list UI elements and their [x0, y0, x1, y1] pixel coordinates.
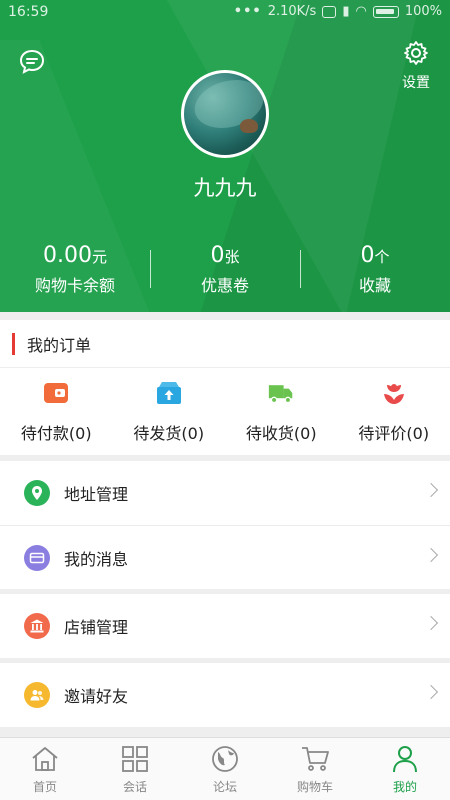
tab-label: 首页: [32, 780, 57, 794]
account-stats: 0.00元 购物卡余额 0张 优惠卷 0个 收藏: [0, 242, 450, 300]
box-upload-icon: [156, 382, 181, 404]
stat-value: 0: [210, 243, 225, 268]
stat-unit: 张: [224, 248, 240, 266]
stat-label: 优惠卷: [200, 276, 249, 295]
tab-home[interactable]: 首页: [0, 738, 90, 800]
more-dots-icon: •••: [233, 4, 262, 19]
tab-label: 我的: [392, 780, 417, 794]
order-pending-receipt[interactable]: 待收货(0): [225, 368, 338, 455]
stat-favorites[interactable]: 0个 收藏: [300, 242, 450, 300]
stat-unit: 元: [91, 248, 107, 266]
tab-label: 论坛: [212, 780, 237, 794]
signal-icon: ▮: [342, 4, 350, 19]
status-time: 16:59: [8, 4, 49, 20]
home-icon: [32, 747, 58, 771]
location-pin-icon: [24, 480, 50, 506]
order-label: 待评价(0): [358, 424, 430, 443]
stat-coupons[interactable]: 0张 优惠卷: [150, 242, 300, 300]
card-icon: [24, 544, 50, 571]
menu-label: 地址管理: [64, 485, 129, 504]
wifi-icon: ◠: [355, 4, 367, 19]
order-pending-payment[interactable]: 待付款(0): [0, 368, 113, 455]
settings-label: 设置: [402, 75, 430, 91]
menu-group: 地址管理 我的消息: [0, 461, 450, 589]
username: 九九九: [193, 176, 257, 200]
order-pending-review[interactable]: 待评价(0): [338, 368, 450, 455]
tab-me[interactable]: 我的: [360, 738, 450, 800]
grid-icon: [122, 746, 148, 772]
tab-forum[interactable]: 论坛: [180, 738, 270, 800]
chevron-right-icon: [423, 482, 439, 498]
tab-cart[interactable]: 购物车: [270, 738, 360, 800]
cart-icon: [302, 747, 329, 771]
stat-value: 0: [360, 243, 375, 268]
avatar[interactable]: [181, 70, 269, 158]
chat-bubble-icon[interactable]: [18, 48, 46, 76]
menu-group: 邀请好友: [0, 663, 450, 727]
tab-label: 购物车: [296, 780, 333, 794]
battery-icon: [372, 5, 399, 18]
menu-store[interactable]: 店铺管理: [0, 594, 450, 658]
menu-label: 邀请好友: [64, 687, 129, 706]
flower-icon: [383, 384, 404, 404]
chevron-right-icon: [423, 684, 439, 700]
menu-invite[interactable]: 邀请好友: [0, 663, 450, 727]
menu-messages[interactable]: 我的消息: [0, 525, 450, 589]
stat-label: 购物卡余额: [34, 276, 115, 295]
orders-title: 我的订单: [27, 335, 92, 355]
tab-chat[interactable]: 会话: [90, 738, 180, 800]
globe-icon: [212, 746, 238, 772]
stat-card-balance[interactable]: 0.00元 购物卡余额: [0, 242, 150, 300]
menu-group: 店铺管理: [0, 594, 450, 658]
orders-panel: 我的订单 待付款(0) 待发货(0) 待收货(0) 待评价(0): [0, 320, 450, 455]
people-icon: [24, 682, 50, 708]
alarm-icon: [322, 5, 337, 18]
bottom-tab-bar: 首页 会话 论坛 购物车 我的: [0, 737, 450, 800]
settings-button[interactable]: 设置: [396, 40, 436, 92]
status-bar: 16:59 ••• 2.10K/s ▮ ◠ 100%: [0, 0, 450, 26]
section-accent-bar: [12, 332, 15, 355]
menu-address[interactable]: 地址管理: [0, 461, 450, 525]
stat-unit: 个: [374, 248, 390, 266]
menu-label: 我的消息: [64, 549, 129, 569]
order-label: 待发货(0): [133, 424, 205, 443]
chevron-right-icon: [423, 615, 439, 631]
menu-label: 店铺管理: [64, 618, 129, 637]
gear-icon: [404, 41, 428, 65]
stat-value: 0.00: [43, 243, 92, 268]
chevron-right-icon: [423, 547, 439, 563]
truck-icon: [269, 385, 293, 404]
orders-header[interactable]: 我的订单: [0, 320, 450, 368]
bank-icon: [24, 613, 50, 639]
person-icon: [393, 746, 417, 773]
stat-label: 收藏: [358, 276, 391, 295]
order-label: 待收货(0): [245, 424, 317, 443]
battery-level: 100%: [404, 4, 442, 19]
network-speed: 2.10K/s: [267, 4, 317, 19]
wallet-icon: [44, 383, 69, 403]
order-pending-shipment[interactable]: 待发货(0): [113, 368, 226, 455]
order-label: 待付款(0): [20, 424, 92, 443]
tab-label: 会话: [122, 780, 147, 794]
profile-header: 16:59 ••• 2.10K/s ▮ ◠ 100% 设置 九九九 0.00元 …: [0, 0, 450, 312]
